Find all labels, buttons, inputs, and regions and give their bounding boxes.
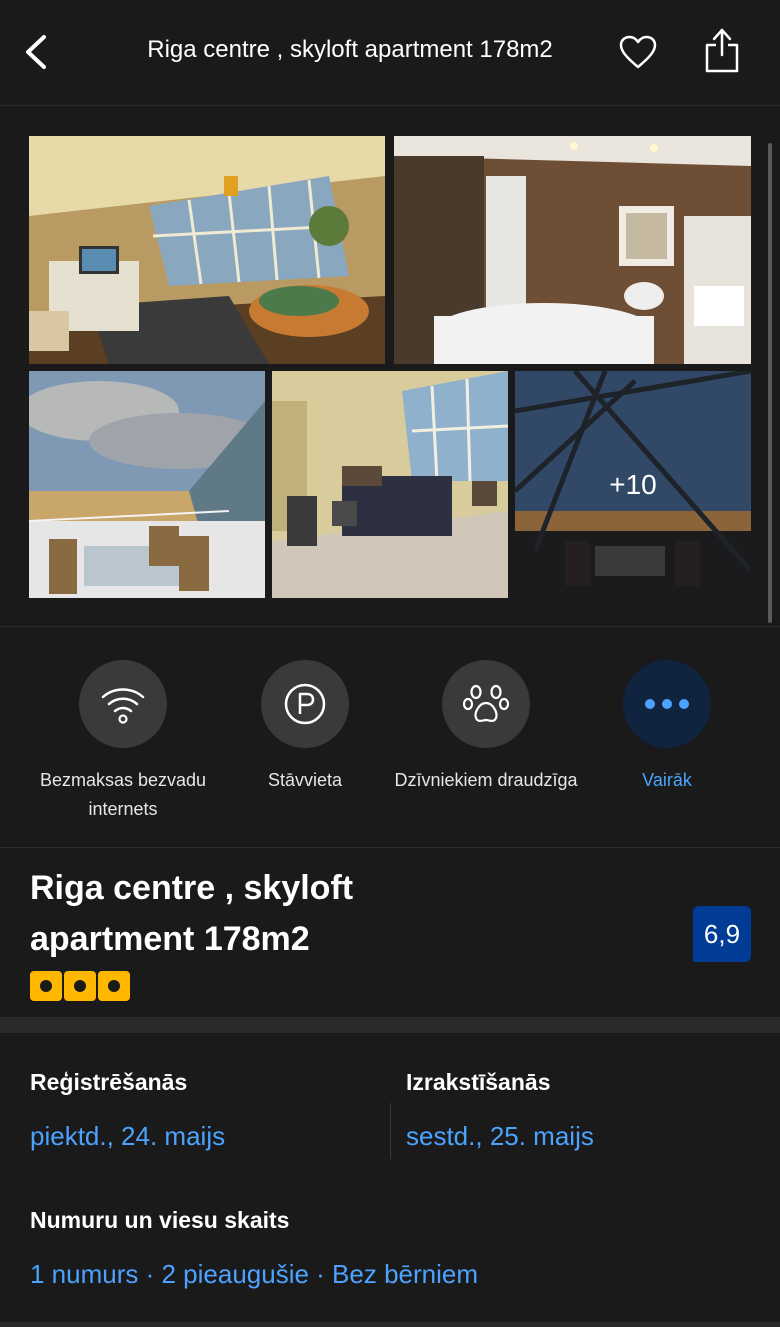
rating-star-icon [98, 971, 130, 1001]
facility-wifi-label: Bezmaksas bezvadu internets [39, 770, 207, 819]
facility-more-circle [623, 660, 711, 748]
date-divider [390, 1103, 391, 1159]
rating-star-icon [30, 971, 62, 1001]
more-photos-count: +10 [515, 371, 751, 598]
more-dots-icon [645, 699, 689, 709]
photo-gallery: +10 [0, 107, 780, 627]
paw-icon [463, 684, 509, 722]
top-bar: Riga centre , skyloft apartment 178m2 [0, 0, 780, 106]
facility-pets[interactable]: Dzīvniekiem draudzīga [391, 660, 581, 795]
section-separator [0, 1017, 780, 1033]
property-name: Riga centre , skyloft apartment 178m2 [30, 869, 354, 958]
photo-terrace[interactable] [29, 371, 265, 598]
facility-wifi-circle [79, 660, 167, 748]
review-score-badge[interactable]: 6,9 [693, 906, 751, 962]
facility-wifi[interactable]: Bezmaksas bezvadu internets [28, 660, 218, 824]
gallery-scrollbar[interactable] [768, 143, 772, 623]
favorite-button[interactable] [616, 30, 660, 74]
rooms-guests-value[interactable]: 1 numurs · 2 pieaugušie · Bez bērniem [30, 1259, 478, 1290]
facility-more-label: Vairāk [642, 770, 692, 790]
chevron-left-icon [26, 35, 46, 69]
rooms-guests-label: Numuru un viesu skaits [30, 1207, 290, 1233]
rating-star-icon [64, 971, 96, 1001]
back-button[interactable] [14, 30, 58, 74]
heart-icon [619, 35, 657, 69]
photo-living-room[interactable] [29, 136, 385, 364]
facility-pets-label: Dzīvniekiem draudzīga [394, 770, 578, 790]
facilities-row: Bezmaksas bezvadu internets Stāvvieta Dz… [0, 628, 780, 848]
facility-more[interactable]: Vairāk [572, 660, 762, 795]
facility-parking-label: Stāvvieta [267, 770, 343, 790]
photo-bedroom[interactable] [272, 371, 508, 598]
property-info: Riga centre , skyloft apartment 178m2 6,… [0, 849, 780, 1017]
facility-pets-circle [442, 660, 530, 748]
checkout-label: Izrakstīšanās [406, 1069, 551, 1095]
photo-bathroom[interactable] [394, 136, 751, 364]
photo-terrace-sunset[interactable]: +10 [515, 371, 751, 598]
booking-details: Reģistrēšanās piektd., 24. maijs Izrakst… [0, 1033, 780, 1327]
facility-parking[interactable]: Stāvvieta [210, 660, 400, 795]
bottom-separator [0, 1322, 780, 1327]
wifi-icon [101, 688, 145, 724]
header-title: Riga centre , skyloft apartment 178m2 [147, 36, 553, 63]
checkout-date[interactable]: sestd., 25. maijs [406, 1121, 594, 1152]
share-icon [705, 28, 739, 73]
share-button[interactable] [700, 24, 744, 76]
checkin-label: Reģistrēšanās [30, 1069, 188, 1095]
star-rating [30, 971, 130, 1001]
checkin-date[interactable]: piektd., 24. maijs [30, 1121, 225, 1152]
facility-parking-circle [261, 660, 349, 748]
parking-icon [284, 683, 326, 725]
